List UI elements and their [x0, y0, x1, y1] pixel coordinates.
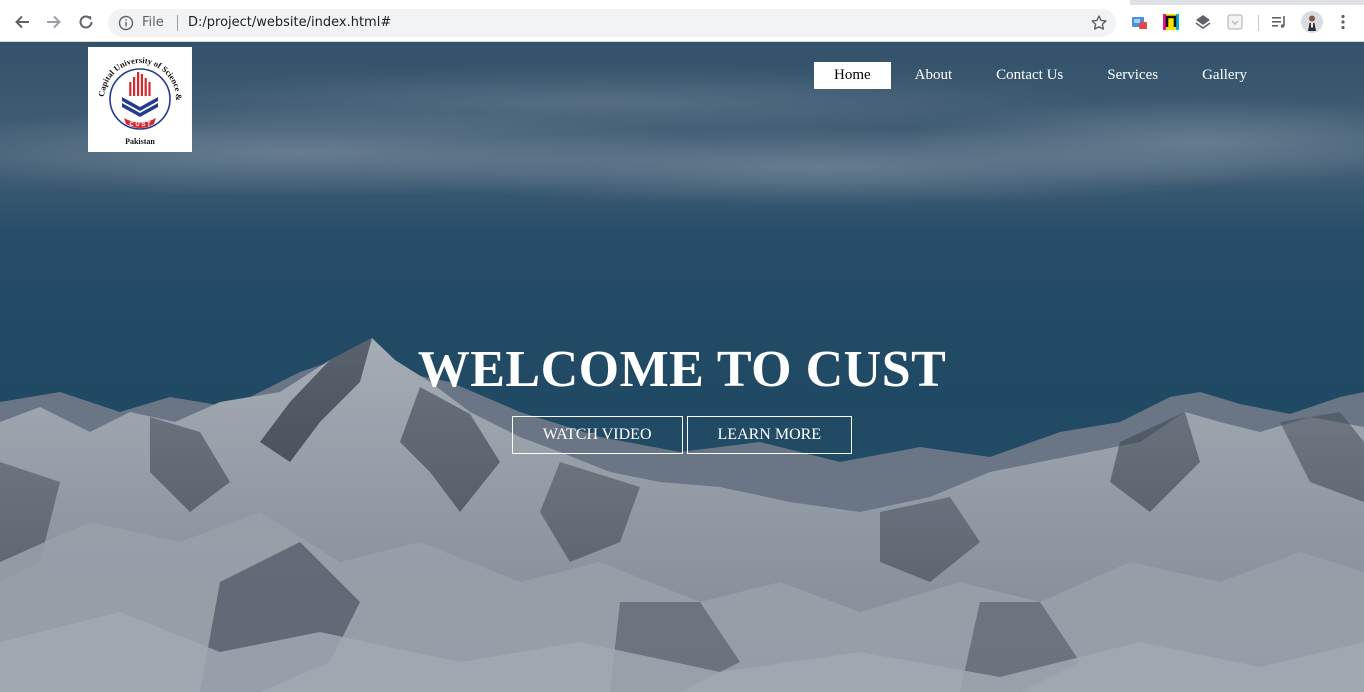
reload-button[interactable]	[74, 10, 98, 34]
hero-button-group: WATCH VIDEO LEARN MORE	[0, 416, 1364, 454]
logo-badge-text: C U S T	[129, 122, 151, 128]
hero-title: WELCOME TO CUST	[417, 341, 947, 398]
address-url[interactable]: D:/project/website/index.html#	[188, 15, 391, 30]
nav-services[interactable]: Services	[1087, 62, 1178, 89]
forward-button[interactable]	[42, 10, 66, 34]
bookmark-star-icon[interactable]	[1090, 14, 1108, 32]
tab-strip-edge	[1130, 0, 1364, 5]
nav-about[interactable]: About	[895, 62, 973, 89]
learn-more-button[interactable]: LEARN MORE	[686, 416, 853, 454]
nav-gallery[interactable]: Gallery	[1182, 62, 1267, 89]
watch-video-button[interactable]: WATCH VIDEO	[511, 416, 683, 454]
extension-cast-icon[interactable]	[1130, 13, 1148, 31]
main-nav: Home About Contact Us Services Gallery	[814, 62, 1271, 89]
university-seal-icon: Capital University of Science & Technolo…	[86, 42, 184, 146]
profile-avatar-icon[interactable]	[1301, 11, 1323, 33]
menu-dots-icon[interactable]	[1334, 13, 1352, 31]
extension-n-icon[interactable]	[1162, 13, 1180, 31]
back-button[interactable]	[10, 10, 34, 34]
arrow-right-icon	[47, 15, 61, 29]
info-icon[interactable]	[118, 15, 134, 31]
address-bar[interactable]: File D:/project/website/index.html#	[108, 9, 1116, 37]
nav-home[interactable]: Home	[814, 62, 891, 89]
extension-pocket-icon[interactable]	[1226, 13, 1244, 31]
nav-contact-us[interactable]: Contact Us	[976, 62, 1083, 89]
toolbar-divider	[1258, 15, 1259, 31]
logo-bottom-text: Pakistan	[125, 137, 155, 146]
page-viewport: Capital University of Science & Technolo…	[0, 42, 1364, 692]
media-queue-icon[interactable]	[1270, 13, 1288, 31]
browser-toolbar: File D:/project/website/index.html#	[0, 0, 1364, 42]
arrow-left-icon	[15, 15, 29, 29]
reload-icon	[79, 15, 93, 29]
extension-layers-icon[interactable]	[1194, 13, 1212, 31]
tab-strip	[0, 0, 1364, 5]
address-scheme: File	[142, 15, 164, 30]
address-divider	[177, 15, 178, 31]
cust-logo[interactable]: Capital University of Science & Technolo…	[86, 42, 192, 152]
